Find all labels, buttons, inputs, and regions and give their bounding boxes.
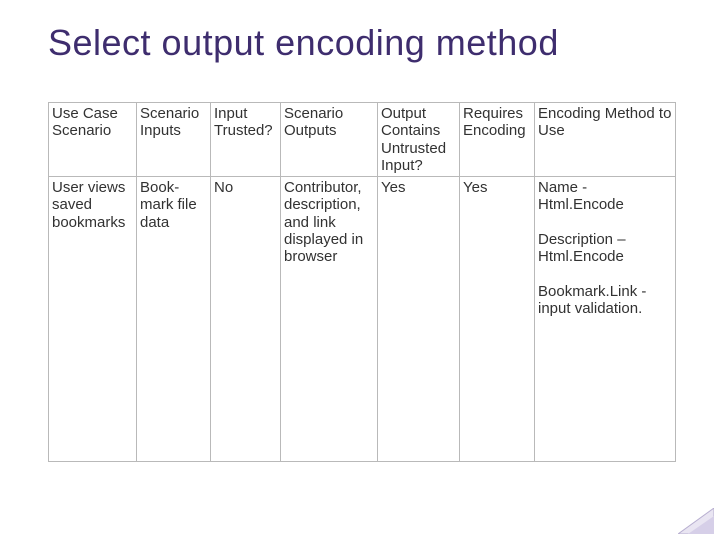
- header-output-contains: Output Contains Untrusted Input?: [378, 103, 460, 177]
- cell-requires-encoding: Yes: [460, 177, 535, 462]
- header-scenario-inputs: Scenario Inputs: [137, 103, 211, 177]
- slide-title: Select output encoding method: [48, 22, 559, 64]
- table-header-row: Use Case Scenario Scenario Inputs Input …: [49, 103, 676, 177]
- table-row: User views saved bookmarks Book-mark fil…: [49, 177, 676, 462]
- cell-encoding-method: Name - Html.Encode Description – Html.En…: [535, 177, 676, 462]
- header-scenario-outputs: Scenario Outputs: [281, 103, 378, 177]
- cell-output-contains: Yes: [378, 177, 460, 462]
- encoding-table: Use Case Scenario Scenario Inputs Input …: [48, 102, 675, 462]
- header-requires-encoding: Requires Encoding: [460, 103, 535, 177]
- header-use-case: Use Case Scenario: [49, 103, 137, 177]
- cell-use-case: User views saved bookmarks: [49, 177, 137, 462]
- page-curl-icon: [678, 508, 714, 534]
- cell-input-trusted: No: [211, 177, 281, 462]
- cell-scenario-inputs: Book-mark file data: [137, 177, 211, 462]
- cell-scenario-outputs: Contributor, description, and link displ…: [281, 177, 378, 462]
- header-input-trusted: Input Trusted?: [211, 103, 281, 177]
- header-encoding-method: Encoding Method to Use: [535, 103, 676, 177]
